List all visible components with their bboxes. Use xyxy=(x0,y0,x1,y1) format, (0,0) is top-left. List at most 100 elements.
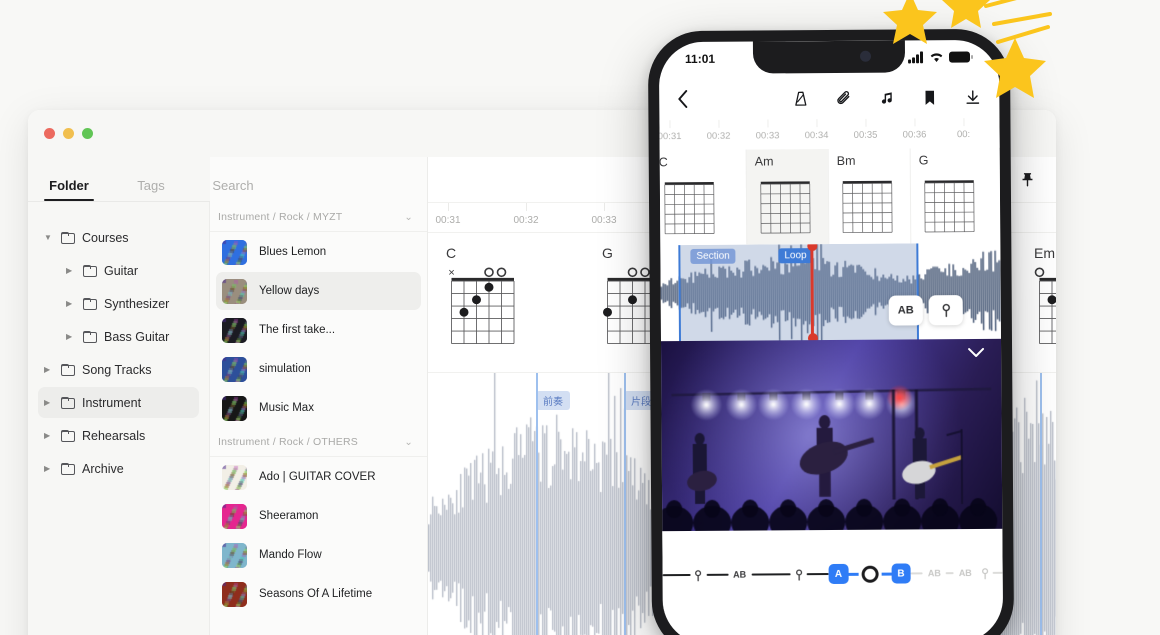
tab-folder[interactable]: Folder xyxy=(28,178,110,201)
song-list-item[interactable]: Ado | GUITAR COVER xyxy=(216,458,421,496)
tab-search-label: Search xyxy=(212,178,254,193)
song-list-item[interactable]: Blues Lemon xyxy=(216,233,421,271)
ab-label-1[interactable]: AB xyxy=(728,570,751,580)
caret-right-icon[interactable]: ▶ xyxy=(66,299,76,308)
chord-cell[interactable]: C × xyxy=(440,233,522,373)
breadcrumb-label: Instrument / Rock / OTHERS xyxy=(218,436,358,448)
tree-item-song-tracks[interactable]: ▶ Song Tracks xyxy=(38,354,199,385)
caret-right-icon[interactable]: ▶ xyxy=(44,398,54,407)
chord-cell[interactable]: Em xyxy=(1028,233,1056,373)
section-badge[interactable]: Section xyxy=(690,248,736,264)
phone-screen: 11:01 00:31 00:32 00:33 00:34 00:35 00:36 00: … xyxy=(658,39,1004,635)
pin-marker-1[interactable] xyxy=(690,568,706,581)
ab-label-3[interactable]: AB xyxy=(954,568,977,578)
breadcrumb-label: Instrument / Rock / MYZT xyxy=(218,211,343,223)
chord-name: Bm xyxy=(836,153,856,168)
tree-item-courses[interactable]: ▼ Courses xyxy=(38,222,199,253)
tree-item-rehearsals[interactable]: ▶ Rehearsals xyxy=(38,420,199,451)
ruler-tick xyxy=(865,118,867,127)
song-thumbnail xyxy=(222,239,247,265)
song-list-item[interactable]: Yellow days xyxy=(216,272,421,310)
ruler-label: 00:35 xyxy=(853,129,878,141)
tab-search[interactable]: Search xyxy=(192,178,274,201)
ruler-tick xyxy=(526,203,527,211)
tree-item-synthesizer[interactable]: ▶ Synthesizer xyxy=(38,288,199,319)
ab-loop-button[interactable]: AB xyxy=(888,295,923,326)
minimize-icon[interactable] xyxy=(63,128,74,139)
caret-right-icon[interactable]: ▶ xyxy=(44,431,54,440)
song-title: Music Max xyxy=(259,402,314,414)
chord-diagram xyxy=(1034,267,1056,344)
song-list-item[interactable]: simulation xyxy=(216,350,421,388)
group-breadcrumb[interactable]: Instrument / Rock / MYZT ⌄ xyxy=(210,203,427,232)
section-marker-line[interactable] xyxy=(536,373,538,635)
song-list-item[interactable]: Seasons Of A Lifetime xyxy=(216,575,421,613)
pin-marker-3[interactable] xyxy=(977,566,993,579)
phone-bottom-controls: AB A B AB AB xyxy=(662,528,1004,635)
song-thumbnail xyxy=(222,581,247,607)
chevron-down-icon[interactable]: ⌄ xyxy=(404,212,413,223)
chord-cell[interactable]: Bm xyxy=(827,148,911,245)
tree-item-instrument[interactable]: ▶ Instrument xyxy=(38,387,199,418)
chord-cell[interactable]: Am xyxy=(745,149,829,245)
tree-item-guitar[interactable]: ▶ Guitar xyxy=(38,255,199,286)
ruler-label: 00:32 xyxy=(706,130,731,142)
chord-cell[interactable]: C xyxy=(658,149,747,246)
section-marker-line[interactable] xyxy=(624,373,626,635)
chord-cell[interactable]: G xyxy=(909,147,993,244)
phone-chord-strip[interactable]: C Am Bm G xyxy=(658,147,1001,246)
loop-knob[interactable] xyxy=(861,565,879,583)
metronome-icon[interactable] xyxy=(792,90,809,107)
marker-b-button[interactable]: B xyxy=(891,563,912,584)
song-list-item[interactable]: Mando Flow xyxy=(216,536,421,574)
pin-icon xyxy=(795,568,802,581)
caret-right-icon[interactable]: ▶ xyxy=(66,266,76,275)
window-traffic-lights[interactable] xyxy=(44,128,93,139)
folder-icon xyxy=(61,429,75,442)
folder-icon xyxy=(61,396,75,409)
song-thumbnail xyxy=(222,395,247,421)
chevron-down-icon[interactable] xyxy=(967,347,985,359)
pin-marker-button[interactable] xyxy=(928,295,963,326)
caret-right-icon[interactable]: ▶ xyxy=(66,332,76,341)
tree-item-label: Song Tracks xyxy=(82,362,152,377)
chevron-down-icon[interactable]: ⌄ xyxy=(404,437,413,448)
song-list-item[interactable]: Music Max xyxy=(216,389,421,427)
song-title: Blues Lemon xyxy=(259,246,327,258)
folder-icon xyxy=(61,462,75,475)
chord-diagram: × xyxy=(448,267,515,344)
track-line xyxy=(945,572,954,575)
phone-waveform[interactable]: Section Loop AB xyxy=(660,242,1001,342)
song-list-pane[interactable]: Instrument / Rock / MYZT ⌄ Blues Lemon Yell… xyxy=(210,157,428,635)
tree-item-bass-guitar[interactable]: ▶ Bass Guitar xyxy=(38,321,199,352)
ruler-tick xyxy=(816,119,818,128)
song-list-item[interactable]: Sheeramon xyxy=(216,497,421,535)
loop-badge[interactable]: Loop xyxy=(778,248,813,264)
paperclip-icon[interactable] xyxy=(835,89,852,106)
group-breadcrumb[interactable]: Instrument / Rock / OTHERS ⌄ xyxy=(210,428,427,457)
ruler-label: 00: xyxy=(956,129,971,141)
section-label[interactable]: 前奏 xyxy=(536,391,570,410)
pin-icon xyxy=(942,303,950,318)
marker-a-button[interactable]: A xyxy=(828,563,849,585)
ruler-tick xyxy=(718,119,720,128)
tab-tags[interactable]: Tags xyxy=(110,178,192,201)
pin-marker-2[interactable] xyxy=(791,568,807,581)
caret-down-icon[interactable]: ▼ xyxy=(44,233,54,242)
playhead[interactable] xyxy=(810,246,814,339)
ab-label-2[interactable]: AB xyxy=(923,568,946,578)
sparkle-ray xyxy=(996,25,1050,44)
close-icon[interactable] xyxy=(44,128,55,139)
caret-right-icon[interactable]: ▶ xyxy=(44,365,54,374)
tree-item-archive[interactable]: ▶ Archive xyxy=(38,453,199,484)
pin-icon[interactable] xyxy=(1019,171,1036,188)
chord-name: C xyxy=(658,155,668,170)
ab-timeline-control[interactable]: AB A B AB AB xyxy=(662,529,1003,585)
chevron-left-icon[interactable] xyxy=(677,90,688,108)
phone-timeline-ruler[interactable]: 00:31 00:32 00:33 00:34 00:35 00:36 00: xyxy=(659,117,1000,151)
caret-right-icon[interactable]: ▶ xyxy=(44,464,54,473)
song-list-item[interactable]: The first take... xyxy=(216,311,421,349)
section-marker-line[interactable] xyxy=(1040,373,1042,635)
maximize-icon[interactable] xyxy=(82,128,93,139)
performance-video[interactable] xyxy=(660,338,1003,532)
